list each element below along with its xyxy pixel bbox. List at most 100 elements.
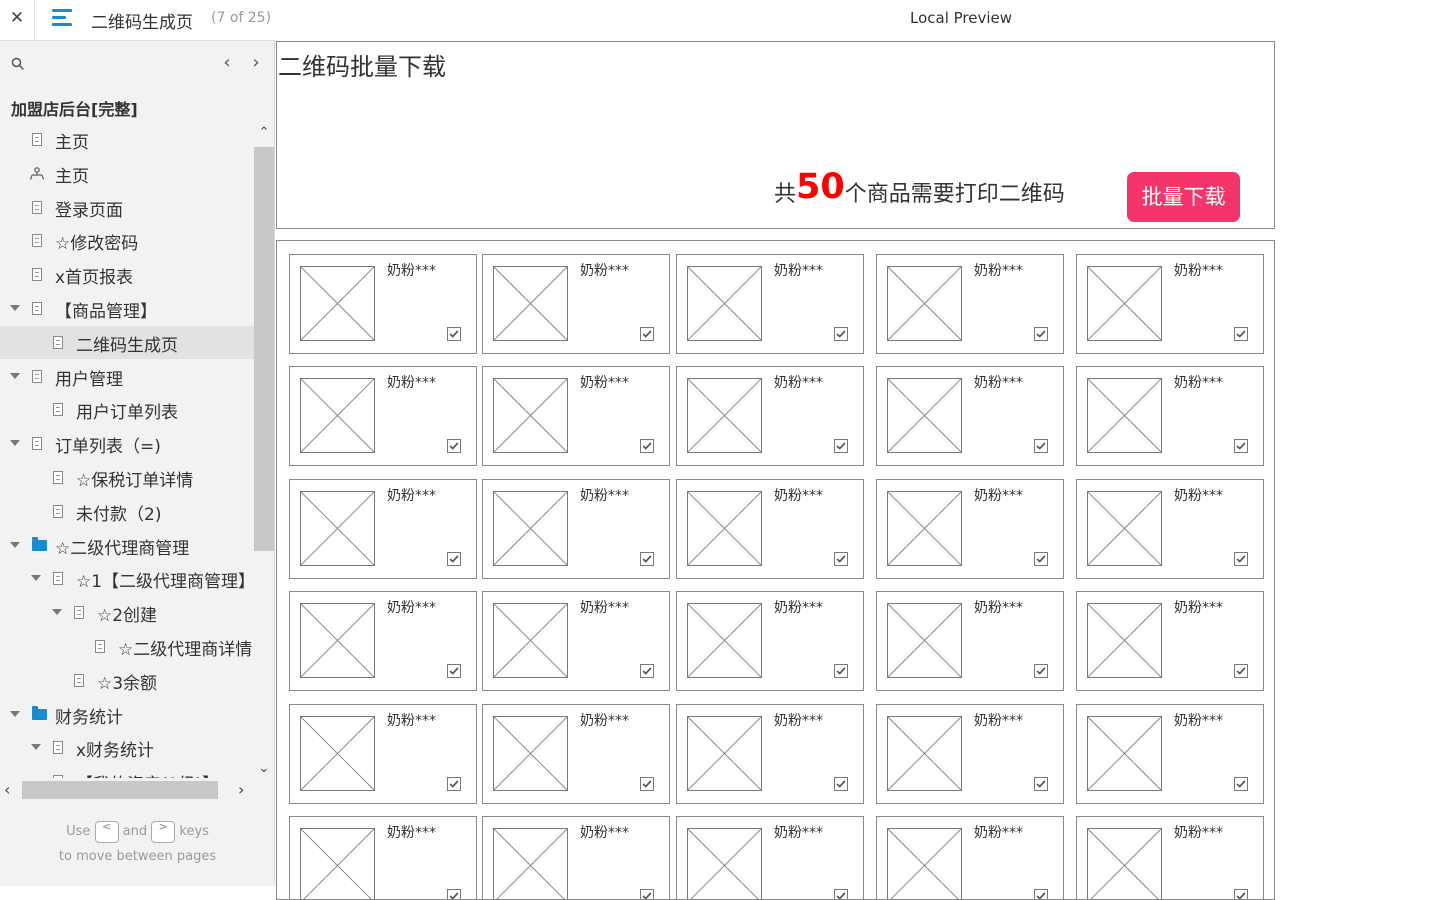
checkbox-checked-icon[interactable]	[640, 889, 654, 900]
product-card: 奶粉***	[676, 816, 864, 900]
hint-use: Use	[66, 824, 91, 839]
product-card: 奶粉***	[482, 254, 670, 354]
checkbox-checked-icon[interactable]	[834, 889, 848, 900]
checkbox-checked-icon[interactable]	[447, 777, 461, 791]
checkbox-checked-icon[interactable]	[1034, 777, 1048, 791]
tree-item[interactable]: ☆二级代理商详情	[0, 630, 254, 663]
product-name: 奶粉***	[774, 488, 823, 504]
checkbox-checked-icon[interactable]	[834, 327, 848, 341]
tree-item[interactable]: 财务统计	[0, 698, 254, 731]
checkbox-checked-icon[interactable]	[1234, 889, 1248, 900]
tree-item[interactable]: ☆1【二级代理商管理】	[0, 562, 254, 595]
checkbox-checked-icon[interactable]	[834, 664, 848, 678]
product-name: 奶粉***	[387, 263, 436, 279]
checkbox-checked-icon[interactable]	[1234, 777, 1248, 791]
checkbox-checked-icon[interactable]	[1034, 664, 1048, 678]
tree-item[interactable]: 用户订单列表	[0, 393, 254, 426]
scroll-left-icon[interactable]: ‹	[4, 780, 10, 799]
search-icon[interactable]	[11, 57, 25, 71]
checkbox-checked-icon[interactable]	[447, 327, 461, 341]
product-count-line: 共50个商品需要打印二维码	[774, 167, 1065, 208]
prev-page-icon[interactable]: ‹	[219, 52, 235, 74]
tree-item[interactable]: ☆修改密码	[0, 224, 254, 257]
tree-item[interactable]: 二维码生成页	[0, 325, 254, 359]
tree-item[interactable]: 登录页面	[0, 191, 254, 224]
checkbox-checked-icon[interactable]	[640, 664, 654, 678]
product-name: 奶粉***	[580, 375, 629, 391]
expand-caret-icon[interactable]	[10, 541, 20, 548]
expand-caret-icon[interactable]	[31, 744, 41, 751]
tree-item[interactable]: 【商品管理】	[0, 292, 254, 325]
checkbox-checked-icon[interactable]	[834, 552, 848, 566]
checkbox-checked-icon[interactable]	[1034, 552, 1048, 566]
checkbox-checked-icon[interactable]	[834, 439, 848, 453]
page-tree: 主页 主页 登录页面 ☆修改密码 x首页报表 【商品管理】 二维码生成页 用户管理 用户订单列表…	[0, 123, 254, 781]
page-icon	[53, 471, 63, 484]
expand-caret-icon[interactable]	[10, 440, 20, 447]
download-header-panel: 二维码批量下载 共50个商品需要打印二维码 批量下载	[276, 41, 1275, 229]
checkbox-checked-icon[interactable]	[447, 664, 461, 678]
product-card: 奶粉***	[876, 704, 1064, 804]
scroll-thumb-horizontal[interactable]	[22, 781, 218, 799]
checkbox-checked-icon[interactable]	[834, 777, 848, 791]
checkbox-checked-icon[interactable]	[640, 552, 654, 566]
menu-icon[interactable]	[52, 8, 74, 28]
batch-download-button[interactable]: 批量下载	[1127, 172, 1240, 222]
product-name: 奶粉***	[974, 263, 1023, 279]
tree-item-label: 订单列表（=)	[55, 437, 161, 458]
checkbox-checked-icon[interactable]	[1234, 439, 1248, 453]
checkbox-checked-icon[interactable]	[640, 327, 654, 341]
expand-caret-icon[interactable]	[52, 609, 62, 616]
product-card: 奶粉***	[289, 704, 477, 804]
close-icon[interactable]: ✕	[0, 0, 34, 36]
scroll-right-icon[interactable]: ›	[238, 780, 244, 799]
expand-caret-icon[interactable]	[10, 372, 20, 379]
image-placeholder-icon	[1087, 716, 1162, 791]
product-card: 奶粉***	[289, 254, 477, 354]
product-name: 奶粉***	[580, 600, 629, 616]
tree-item[interactable]: ☆二级代理商管理	[0, 529, 254, 562]
checkbox-checked-icon[interactable]	[1234, 664, 1248, 678]
expand-caret-icon[interactable]	[31, 575, 41, 582]
next-page-icon[interactable]: ›	[248, 52, 264, 74]
checkbox-checked-icon[interactable]	[1234, 327, 1248, 341]
page-counter: (7 of 25)	[211, 10, 272, 26]
tree-item[interactable]: 主页	[0, 157, 254, 190]
vertical-scrollbar[interactable]: ⌃ ⌄	[254, 123, 274, 781]
tree-item[interactable]: x财务统计	[0, 731, 254, 764]
horizontal-scrollbar[interactable]: ‹ ›	[0, 778, 254, 800]
product-name: 奶粉***	[774, 713, 823, 729]
checkbox-checked-icon[interactable]	[1234, 552, 1248, 566]
scroll-up-icon[interactable]: ⌃	[258, 126, 270, 139]
product-name: 奶粉***	[387, 375, 436, 391]
tree-item[interactable]: 主页	[0, 123, 254, 156]
image-placeholder-icon	[493, 716, 568, 791]
checkbox-checked-icon[interactable]	[1034, 889, 1048, 900]
product-name: 奶粉***	[974, 375, 1023, 391]
tree-item[interactable]: 用户管理	[0, 360, 254, 393]
product-card: 奶粉***	[676, 704, 864, 804]
tree-item[interactable]: ☆保税订单详情	[0, 461, 254, 494]
tree-item-label: ☆二级代理商详情	[118, 640, 253, 660]
scroll-thumb[interactable]	[254, 147, 274, 551]
preview-title: Local Preview	[910, 9, 1013, 27]
checkbox-checked-icon[interactable]	[447, 552, 461, 566]
checkbox-checked-icon[interactable]	[447, 889, 461, 900]
tree-item[interactable]: 未付款（2)	[0, 495, 254, 528]
checkbox-checked-icon[interactable]	[640, 439, 654, 453]
tree-item[interactable]: 订单列表（=)	[0, 427, 254, 460]
page-icon	[53, 335, 63, 349]
keyboard-hint: Use < and > keys to move between pages	[0, 819, 275, 869]
tree-item[interactable]: ☆2创建	[0, 596, 254, 629]
checkbox-checked-icon[interactable]	[640, 777, 654, 791]
expand-caret-icon[interactable]	[10, 305, 20, 311]
tree-item-label: x首页报表	[55, 268, 134, 289]
tree-item[interactable]: x首页报表	[0, 258, 254, 291]
checkbox-checked-icon[interactable]	[1034, 327, 1048, 341]
checkbox-checked-icon[interactable]	[447, 439, 461, 453]
scroll-down-icon[interactable]: ⌄	[258, 762, 270, 775]
tree-item[interactable]: ☆3余额	[0, 664, 254, 697]
product-card: 奶粉***	[289, 479, 477, 579]
expand-caret-icon[interactable]	[10, 710, 20, 717]
checkbox-checked-icon[interactable]	[1034, 439, 1048, 453]
